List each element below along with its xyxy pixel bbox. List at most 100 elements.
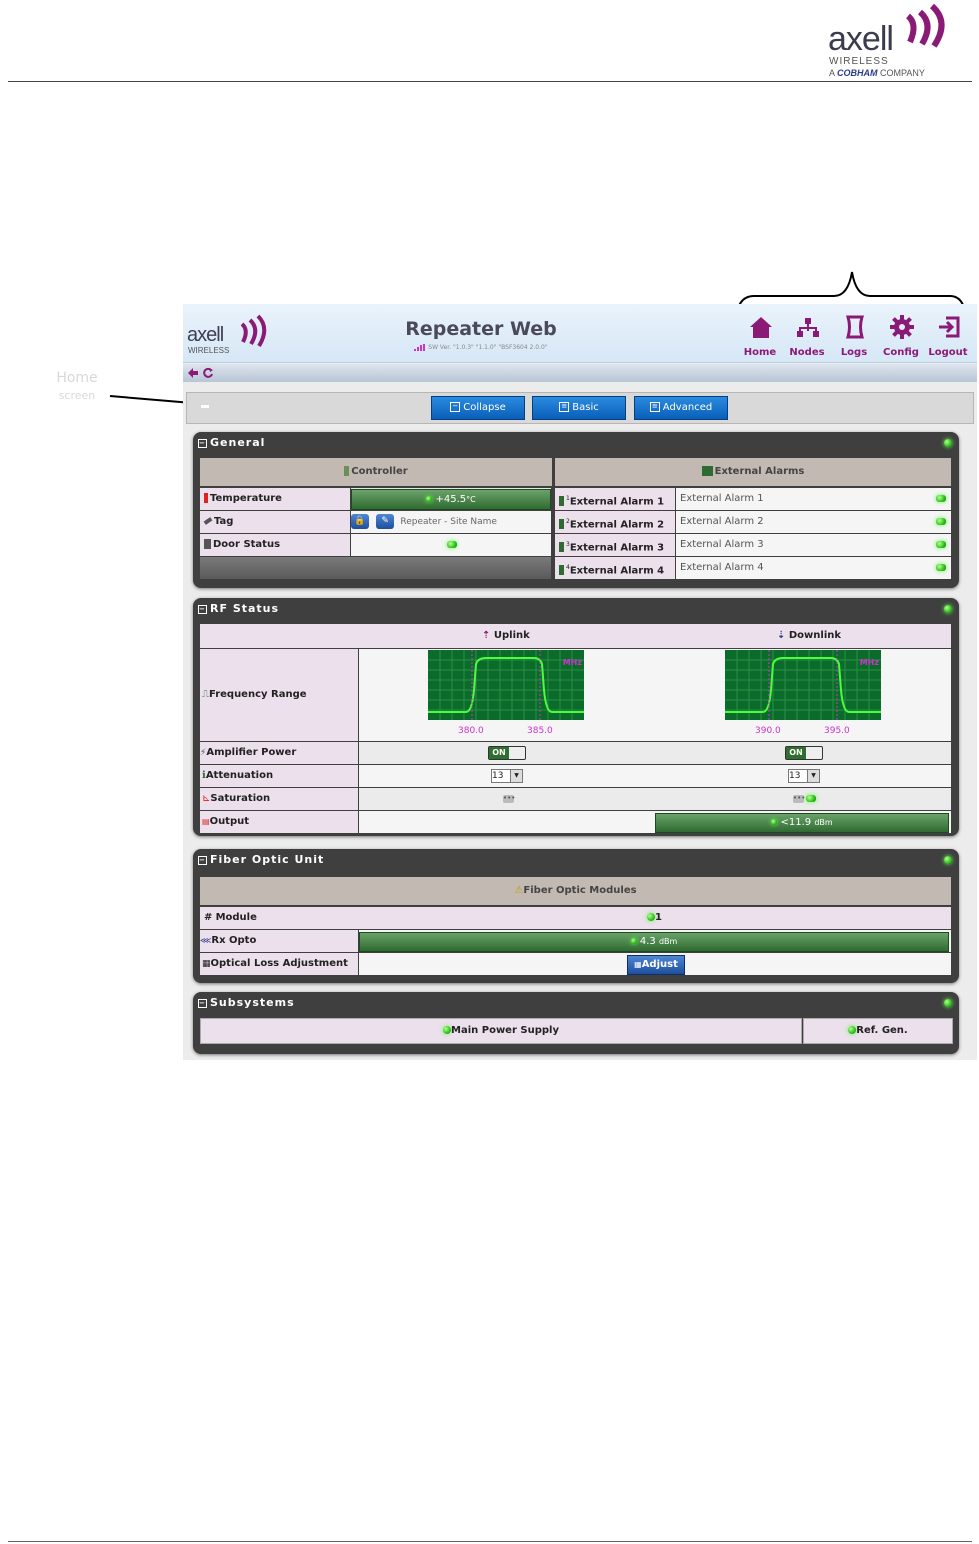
- alarm-value-4: External Alarm 4: [676, 557, 951, 579]
- door-status-cell: [351, 534, 551, 556]
- uplink-high-freq: 385.0: [527, 726, 553, 736]
- rx-opto-row: ⋘Rx Opto: [200, 930, 358, 952]
- downlink-high-freq: 395.0: [824, 726, 850, 736]
- controller-header: Controller: [200, 458, 552, 486]
- nav-home[interactable]: Home: [737, 314, 783, 362]
- temperature-row: Temperature: [200, 488, 350, 510]
- rx-opto-value: 4.3 dBm: [359, 932, 949, 952]
- uplink-low-freq: 380.0: [458, 726, 484, 736]
- tag-value-cell: 🔒 ✎ Repeater - Site Name: [351, 511, 551, 533]
- app-subbar: [183, 364, 977, 382]
- subsystems-title[interactable]: − Subsystems: [198, 996, 295, 1009]
- tag-icon: [203, 517, 213, 525]
- advanced-button[interactable]: ≡ Advanced: [634, 396, 728, 420]
- logout-icon: [939, 316, 960, 338]
- optical-loss-icon: ▦: [202, 959, 211, 969]
- logo-swoosh-icon: [905, 4, 945, 48]
- amp-power-cell: ON ON: [359, 742, 951, 764]
- downlink-amp-toggle[interactable]: ON: [785, 746, 823, 760]
- app-logo-word: axell: [187, 324, 224, 346]
- doc-logo-sub2: A COBHAM COMPANY: [829, 68, 925, 78]
- output-row: ▤Output: [200, 811, 358, 833]
- general-title[interactable]: − General: [198, 436, 265, 449]
- logs-icon: [845, 315, 865, 339]
- lock-icon[interactable]: 🔒: [351, 513, 369, 529]
- fiber-header: ⚠Fiber Optic Modules: [200, 877, 951, 905]
- general-status-led: [944, 439, 952, 447]
- uplink-mhz: MHz: [562, 658, 582, 667]
- footer-rule: [8, 1541, 972, 1542]
- alarm-value-1: External Alarm 1: [676, 488, 951, 510]
- app-title: Repeater Web: [405, 318, 557, 340]
- rf-status-led: [944, 605, 952, 613]
- alarms-header: External Alarms: [555, 458, 951, 486]
- view-toolbar: − Collapse ≡ Basic ≡ Advanced: [186, 392, 974, 424]
- alarm-led-3: [936, 541, 946, 548]
- alarm-row-3: 3External Alarm 3: [555, 534, 675, 556]
- downlink-attenuation-select[interactable]: 13 ▼: [788, 769, 820, 783]
- adjust-icon: ▦: [634, 960, 642, 969]
- downlink-saturation-dots: •••: [793, 794, 806, 803]
- callout-label: Home screen: [56, 370, 98, 402]
- saturation-cell: ••• •••: [359, 788, 951, 810]
- subsystems-status-led: [944, 999, 952, 1007]
- tag-row: Tag: [200, 511, 350, 533]
- doc-logo-word: axell: [828, 20, 894, 58]
- doc-logo: axell WIRELESS A COBHAM COMPANY: [828, 4, 968, 78]
- nav-logout[interactable]: Logout: [925, 314, 971, 362]
- door-icon: [204, 539, 211, 549]
- nav-logs[interactable]: Logs: [831, 314, 877, 362]
- alarm-value-2: External Alarm 2: [676, 511, 951, 533]
- subsystems-panel: − Subsystems Main Power Supply Ref. Gen.: [193, 992, 959, 1054]
- app-version: SW Ver. "1.0.3" "1.1.0" "BSF3604 2.0.0": [383, 344, 579, 351]
- rf-header-row: ⇡ Uplink ⇣ Downlink: [200, 624, 951, 648]
- app-logo: axell WIRELESS: [187, 312, 267, 356]
- basic-icon: ≡: [559, 402, 570, 412]
- temperature-value: +45.5°C: [351, 489, 551, 510]
- attenuation-row: ℹAttenuation: [200, 765, 358, 787]
- toolbar-dash: [201, 405, 209, 408]
- adjust-button[interactable]: ▦Adjust: [627, 955, 685, 975]
- edit-icon[interactable]: ✎: [376, 513, 395, 529]
- nodes-icon: [797, 318, 819, 337]
- basic-button[interactable]: ≡ Basic: [532, 396, 626, 420]
- freq-graphs-cell: MHz 380.0 385.0 MHz 390.0 395.0: [359, 649, 951, 741]
- downlink-header: ⇣ Downlink: [777, 630, 842, 641]
- rx-opto-icon: ⋘: [200, 936, 212, 945]
- home-icon: [750, 317, 772, 338]
- uplink-saturation-dots: •••: [503, 794, 516, 803]
- main-power-cell: Main Power Supply: [200, 1018, 802, 1044]
- door-status-led: [447, 541, 457, 548]
- advanced-icon: ≡: [649, 402, 660, 412]
- fiber-optic-panel: − Fiber Optic Unit ⚠Fiber Optic Modules #…: [193, 849, 959, 983]
- module-value: 1: [647, 907, 662, 929]
- downlink-output-value: <11.9 dBm: [655, 813, 949, 833]
- fiber-status-led: [944, 856, 952, 864]
- attenuation-cell: 13 ▼ 13 ▼: [359, 765, 951, 787]
- tag-value: Repeater - Site Name: [400, 517, 497, 527]
- alarm-row-2: 2External Alarm 2: [555, 511, 675, 533]
- thermometer-icon: [204, 493, 208, 503]
- controller-icon: [344, 466, 350, 476]
- alarms-icon: [701, 466, 713, 476]
- uplink-amp-toggle[interactable]: ON: [488, 746, 526, 760]
- module-row: # Module 1: [200, 907, 951, 929]
- output-cell: <11.9 dBm: [359, 811, 951, 833]
- app-screenshot: axell WIRELESS Repeater Web SW Ver. "1.0…: [183, 304, 977, 1060]
- door-row: Door Status: [200, 534, 350, 556]
- uplink-attenuation-select[interactable]: 13 ▼: [491, 769, 523, 783]
- ref-gen-cell: Ref. Gen.: [803, 1018, 953, 1044]
- nav-config[interactable]: Config: [878, 314, 924, 362]
- saturation-row: ⊾Saturation: [200, 788, 358, 810]
- nav-nodes[interactable]: Nodes: [784, 314, 830, 362]
- collapse-button[interactable]: − Collapse: [431, 396, 525, 420]
- rf-status-panel: − RF Status ⇡ Uplink ⇣ Downlink ⎍Frequenc…: [193, 598, 959, 836]
- refresh-icon[interactable]: [202, 367, 214, 379]
- rf-title[interactable]: − RF Status: [198, 602, 279, 615]
- fiber-title[interactable]: − Fiber Optic Unit: [198, 853, 324, 866]
- alarm-led-4: [936, 564, 946, 571]
- back-arrow-icon[interactable]: [187, 367, 199, 379]
- downlink-saturation-led: [806, 795, 816, 802]
- freq-row: ⎍Frequency Range: [200, 649, 358, 741]
- collapse-icon: −: [450, 402, 461, 412]
